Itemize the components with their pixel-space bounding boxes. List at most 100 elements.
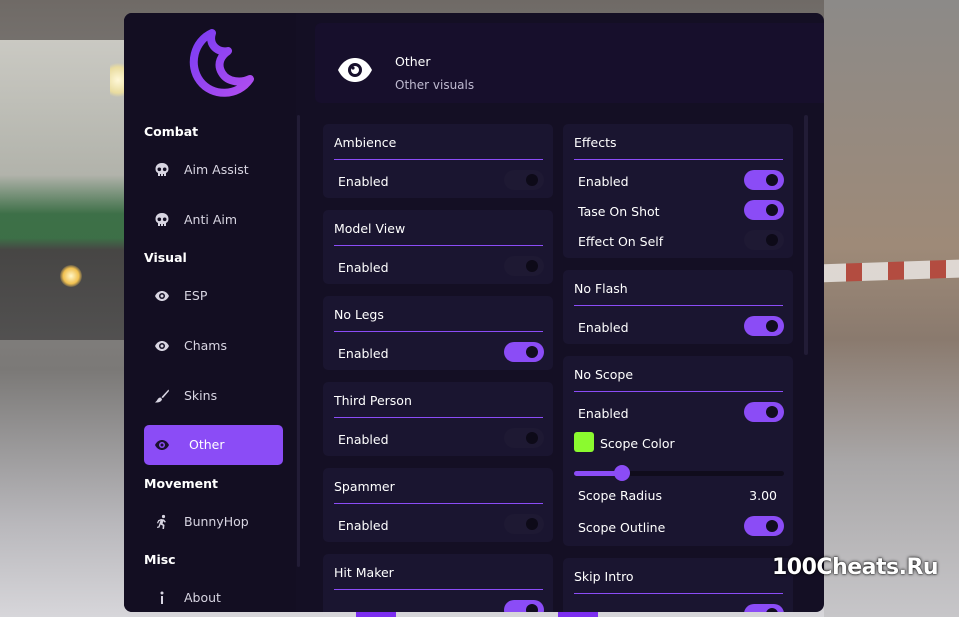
- sidebar-item-label: BunnyHop: [184, 514, 249, 529]
- card-title: Hit Maker: [334, 565, 394, 580]
- card-ambience: Ambience Enabled: [323, 124, 553, 198]
- card-divider: [334, 245, 543, 246]
- spammer-enabled-toggle[interactable]: [504, 514, 544, 534]
- moon-logo-icon: [189, 29, 254, 97]
- card-skip-intro: Skip Intro: [563, 558, 793, 612]
- page-subtitle: Other visuals: [395, 78, 475, 92]
- model-view-enabled-toggle[interactable]: [504, 256, 544, 276]
- scope-radius-value: 3.00: [749, 488, 777, 503]
- card-title: Model View: [334, 221, 406, 236]
- card-title: Spammer: [334, 479, 395, 494]
- sidebar-item-aim-assist[interactable]: Aim Assist: [144, 150, 283, 190]
- tase-on-shot-toggle[interactable]: [744, 200, 784, 220]
- page-title: Other: [395, 54, 431, 69]
- slider-thumb[interactable]: [614, 465, 631, 481]
- option-label: Enabled: [338, 432, 389, 447]
- sidebar-item-esp[interactable]: ESP: [144, 276, 283, 316]
- scope-outline-toggle[interactable]: [744, 516, 784, 536]
- option-label: Enabled: [338, 260, 389, 275]
- eye-icon: [155, 291, 169, 301]
- card-divider: [574, 305, 783, 306]
- card-no-flash: No Flash Enabled: [563, 270, 793, 344]
- section-movement: Movement: [144, 476, 219, 491]
- scope-color-swatch[interactable]: [574, 432, 594, 452]
- sidebar: Combat Aim Assist Anti Aim Visual ESP Ch…: [124, 13, 296, 612]
- sidebar-item-label: Aim Assist: [184, 162, 249, 177]
- card-spammer: Spammer Enabled: [323, 468, 553, 542]
- option-label: Enabled: [578, 406, 629, 421]
- card-model-view: Model View Enabled: [323, 210, 553, 284]
- sidebar-item-label: Anti Aim: [184, 212, 238, 227]
- option-label: Enabled: [338, 174, 389, 189]
- card-hit-maker: Hit Maker: [323, 554, 553, 612]
- toggle-knob: [526, 518, 538, 530]
- effect-on-self-toggle[interactable]: [744, 230, 784, 250]
- option-label: Enabled: [578, 320, 629, 335]
- section-misc: Misc: [144, 552, 176, 567]
- toggle-knob: [766, 520, 778, 532]
- sidebar-item-anti-aim[interactable]: Anti Aim: [144, 200, 283, 240]
- content-scrollbar[interactable]: [804, 115, 808, 355]
- toggle-knob: [766, 320, 778, 332]
- toggle-knob: [526, 432, 538, 444]
- brush-icon: [155, 389, 169, 403]
- sidebar-item-about[interactable]: About: [144, 578, 283, 612]
- no-flash-enabled-toggle[interactable]: [744, 316, 784, 336]
- skull-icon: [155, 163, 169, 176]
- option-label: Effect On Self: [578, 234, 664, 249]
- option-label: Enabled: [578, 174, 629, 189]
- card-title: No Scope: [574, 367, 634, 382]
- toggle-knob: [526, 346, 538, 358]
- no-legs-enabled-toggle[interactable]: [504, 342, 544, 362]
- menu-window: Combat Aim Assist Anti Aim Visual ESP Ch…: [124, 13, 824, 612]
- watermark-text: 100Cheats.Ru: [772, 555, 939, 580]
- background-light: [60, 265, 82, 287]
- toggle-knob: [766, 204, 778, 216]
- running-icon: [157, 514, 166, 529]
- scope-radius-slider[interactable]: [574, 465, 784, 481]
- sidebar-item-other[interactable]: Other: [144, 425, 283, 465]
- sidebar-item-label: Chams: [184, 338, 227, 353]
- card-divider: [334, 417, 543, 418]
- card-no-scope: No Scope Enabled Scope Color Scope Radiu…: [563, 356, 793, 546]
- card-third-person: Third Person Enabled: [323, 382, 553, 456]
- card-divider: [334, 503, 543, 504]
- toggle-knob: [766, 406, 778, 418]
- sidebar-scrollbar[interactable]: [297, 115, 300, 567]
- skull-icon: [155, 213, 169, 226]
- hit-maker-enabled-toggle[interactable]: [504, 600, 544, 612]
- no-scope-enabled-toggle[interactable]: [744, 402, 784, 422]
- toggle-knob: [766, 234, 778, 246]
- option-label: Scope Radius: [578, 488, 662, 503]
- card-divider: [574, 159, 783, 160]
- option-label: Scope Color: [600, 436, 675, 451]
- card-divider: [334, 159, 543, 160]
- section-visual: Visual: [144, 250, 187, 265]
- sidebar-item-label: ESP: [184, 288, 208, 303]
- page-header: Other Other visuals: [315, 23, 824, 103]
- toggle-knob: [526, 604, 538, 612]
- toggle-knob: [526, 260, 538, 272]
- card-divider: [334, 589, 543, 590]
- card-title: Skip Intro: [574, 569, 634, 584]
- option-label: Enabled: [338, 518, 389, 533]
- effects-enabled-toggle[interactable]: [744, 170, 784, 190]
- sidebar-item-label: Other: [189, 437, 225, 452]
- skip-intro-toggle[interactable]: [744, 604, 784, 612]
- sidebar-item-skins[interactable]: Skins: [144, 376, 283, 416]
- ambience-enabled-toggle[interactable]: [504, 170, 544, 190]
- toggle-knob: [766, 608, 778, 612]
- sidebar-item-chams[interactable]: Chams: [144, 326, 283, 366]
- card-title: No Legs: [334, 307, 384, 322]
- section-combat: Combat: [144, 124, 199, 139]
- option-label: Scope Outline: [578, 520, 666, 535]
- card-divider: [334, 331, 543, 332]
- third-person-enabled-toggle[interactable]: [504, 428, 544, 448]
- sidebar-item-label: About: [184, 590, 221, 605]
- sidebar-item-label: Skins: [184, 388, 218, 403]
- sidebar-item-bunnyhop[interactable]: BunnyHop: [144, 502, 283, 542]
- eye-icon: [155, 440, 169, 450]
- card-divider: [574, 391, 783, 392]
- card-no-legs: No Legs Enabled: [323, 296, 553, 370]
- card-title: Effects: [574, 135, 617, 150]
